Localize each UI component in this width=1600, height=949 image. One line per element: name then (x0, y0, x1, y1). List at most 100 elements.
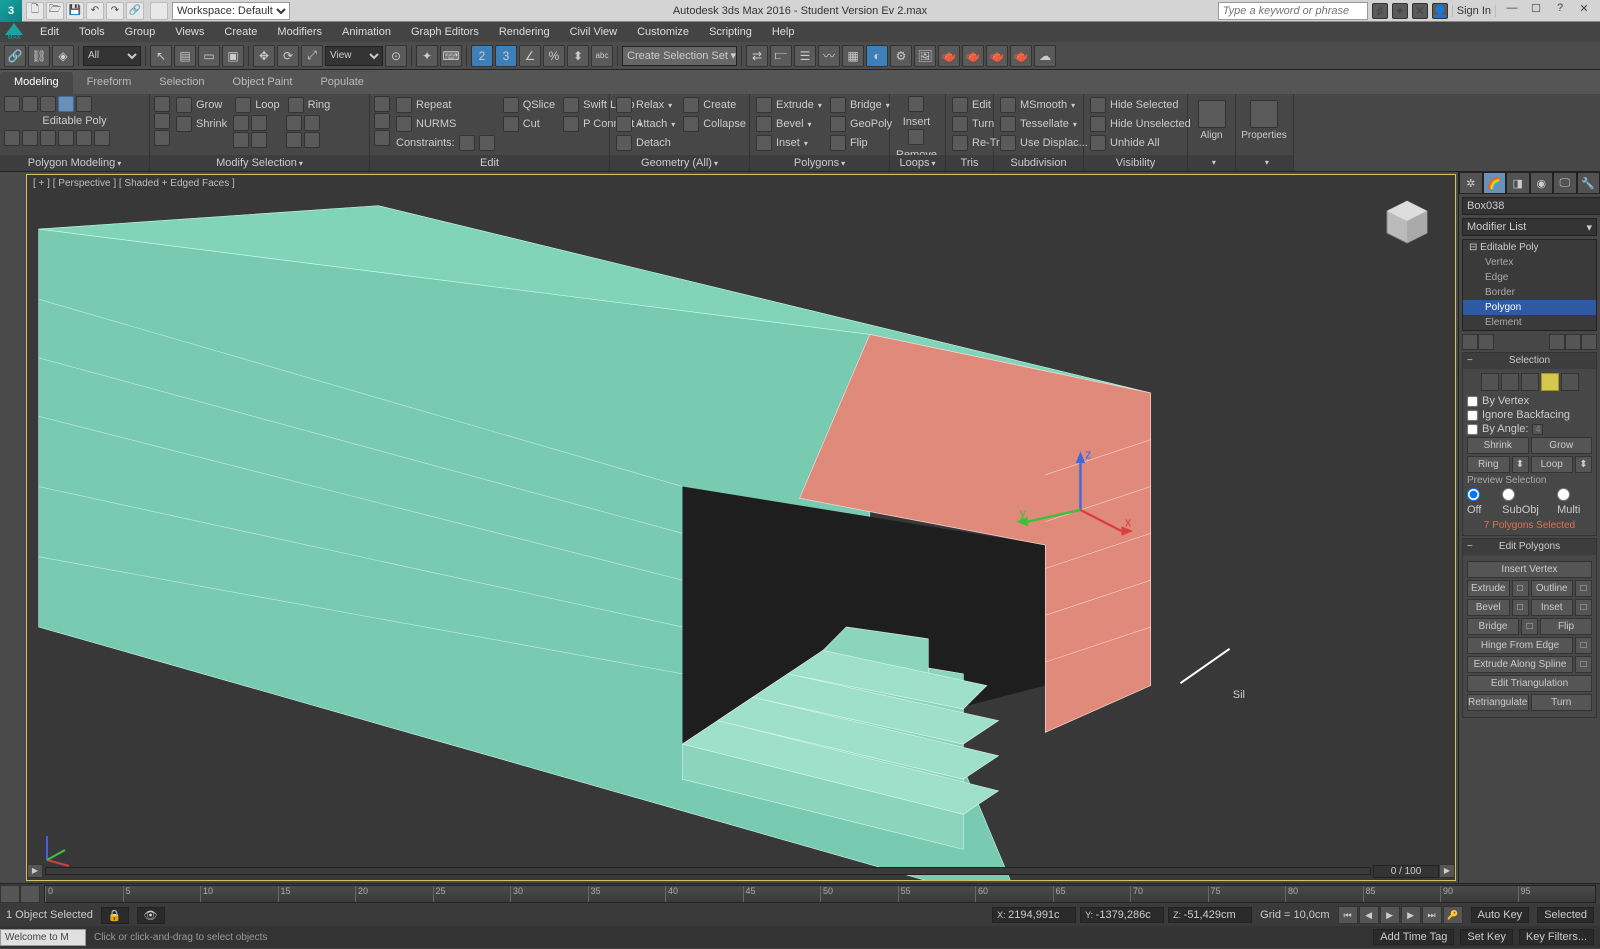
next-frame-icon[interactable]: ▶ (1401, 906, 1421, 924)
goto-start-icon[interactable]: ⏮ (1338, 906, 1358, 924)
percent-snap-icon[interactable]: % (543, 45, 565, 67)
key-filters-button[interactable]: Key Filters... (1519, 929, 1594, 945)
sel-vertex-icon[interactable] (1481, 373, 1499, 391)
app-logo-icon[interactable]: 3 (0, 0, 22, 22)
loop-button[interactable]: Loop (233, 96, 281, 114)
tessellate-button[interactable]: Tessellate▾ (998, 115, 1090, 133)
pm1-icon[interactable] (4, 130, 20, 146)
menu-civil-view[interactable]: Civil View (560, 22, 627, 42)
selection-filter[interactable]: All (83, 46, 141, 66)
timeline-play-icon[interactable]: ▶ (27, 864, 43, 878)
key-mode-select[interactable]: Selected (1537, 907, 1594, 923)
repeat-button[interactable]: Repeat (394, 96, 497, 114)
viewcube[interactable] (1379, 195, 1435, 251)
cmd-motion-tab[interactable]: ◉ (1530, 172, 1554, 194)
pin-stack-icon[interactable] (1462, 334, 1478, 350)
configure-icon[interactable] (1581, 334, 1597, 350)
by-vertex-checkbox[interactable]: By Vertex (1467, 395, 1592, 407)
ep-outline-button[interactable]: Outline (1531, 580, 1574, 597)
bevel-settings-icon[interactable]: □ (1512, 599, 1529, 616)
workspace-icon[interactable] (150, 2, 168, 20)
preview-subobj-radio[interactable]: SubObj (1502, 488, 1549, 516)
constraint1-icon[interactable] (459, 135, 475, 151)
ms10-icon[interactable] (286, 132, 302, 148)
scale-icon[interactable]: ⤢ (301, 45, 323, 67)
exchange-icon[interactable]: ✕ (1412, 3, 1428, 19)
select-rect-icon[interactable]: ▭ (198, 45, 220, 67)
link-icon[interactable]: 🔗 (4, 45, 26, 67)
loop-spin[interactable]: ⬍ (1575, 456, 1592, 473)
detach-button[interactable]: Detach (614, 134, 677, 152)
ribbon-tab-modeling[interactable]: Modeling (0, 72, 73, 94)
render-active-icon[interactable]: 🫖 (1010, 45, 1032, 67)
isolate-icon[interactable]: 👁 (137, 907, 165, 924)
add-time-tag[interactable]: Add Time Tag (1373, 929, 1454, 945)
workspace-selector[interactable]: Workspace: Default (172, 2, 290, 20)
hide-sel-button[interactable]: Hide Selected (1088, 96, 1193, 114)
stack-item-element[interactable]: Element (1463, 315, 1596, 330)
menu-views[interactable]: Views (165, 22, 214, 42)
render-prod-icon[interactable]: 🫖 (962, 45, 984, 67)
unlink-icon[interactable]: ⛓ (28, 45, 50, 67)
ep-flip-button[interactable]: Flip (1540, 618, 1592, 635)
menu-animation[interactable]: Animation (332, 22, 401, 42)
insert-loop-button[interactable]: Insert (901, 96, 933, 128)
bridge-settings-icon[interactable]: □ (1521, 618, 1538, 635)
ring-spin[interactable]: ⬍ (1512, 456, 1529, 473)
ms6-icon[interactable] (233, 132, 249, 148)
bind-icon[interactable]: ◈ (52, 45, 74, 67)
msmooth-button[interactable]: MSmooth▾ (998, 96, 1090, 114)
ribbon-tab-selection[interactable]: Selection (145, 72, 218, 94)
grow-sel-button[interactable]: Grow (1531, 437, 1593, 454)
nurms-button[interactable]: NURMS (394, 115, 497, 133)
ms7-icon[interactable] (251, 132, 267, 148)
render-frame-icon[interactable]: 🖼 (914, 45, 936, 67)
angle-snap-icon[interactable]: ∠ (519, 45, 541, 67)
retri-button2[interactable]: Retriangulate (1467, 694, 1529, 711)
ribbon-tab-object-paint[interactable]: Object Paint (219, 72, 307, 94)
create-button[interactable]: Create (681, 96, 748, 114)
grow-button[interactable]: Grow (174, 96, 229, 114)
cmd-hierarchy-tab[interactable]: ◨ (1506, 172, 1530, 194)
timeline-end-icon[interactable]: ▶ (1439, 864, 1455, 878)
ms4-icon[interactable] (233, 115, 249, 131)
help-search-input[interactable] (1218, 2, 1368, 20)
flip-button[interactable]: Flip (828, 134, 894, 152)
set-key-button[interactable]: Set Key (1460, 929, 1513, 945)
menu-graph-editors[interactable]: Graph Editors (401, 22, 489, 42)
coord-z[interactable]: Z: -51,429cm (1168, 907, 1252, 923)
stack-item-border[interactable]: Border (1463, 285, 1596, 300)
rotate-icon[interactable]: ⟳ (277, 45, 299, 67)
insert-vertex-button[interactable]: Insert Vertex (1467, 561, 1592, 578)
extrude-settings-icon[interactable]: □ (1512, 580, 1529, 597)
auto-key-button[interactable]: Auto Key (1471, 907, 1530, 923)
ms3-icon[interactable] (154, 130, 170, 146)
close-button[interactable]: ✕ (1572, 2, 1596, 20)
coord-x[interactable]: X: 2194,991c (992, 907, 1076, 923)
sign-in-link[interactable]: Sign In (1452, 5, 1496, 17)
menu-modifiers[interactable]: Modifiers (267, 22, 332, 42)
ignore-backfacing-checkbox[interactable]: Ignore Backfacing (1467, 409, 1592, 421)
ed3-icon[interactable] (374, 130, 390, 146)
pm6-icon[interactable] (94, 130, 110, 146)
exspline-settings-icon[interactable]: □ (1575, 656, 1592, 673)
poly-element-icon[interactable] (76, 96, 92, 112)
by-angle-checkbox[interactable]: By Angle: (1467, 423, 1592, 435)
geopoly-button[interactable]: GeoPoly (828, 115, 894, 133)
bridge-button[interactable]: Bridge▾ (828, 96, 894, 114)
stack-item-polygon[interactable]: Polygon (1463, 300, 1596, 315)
perspective-viewport[interactable]: [ + ] [ Perspective ] [ Shaded + Edged F… (26, 174, 1456, 881)
collapse-button[interactable]: Collapse (681, 115, 748, 133)
play-icon[interactable]: ▶ (1380, 906, 1400, 924)
menu-create[interactable]: Create (214, 22, 267, 42)
prev-frame-icon[interactable]: ◀ (1359, 906, 1379, 924)
goto-end-icon[interactable]: ⏭ (1422, 906, 1442, 924)
menu-group[interactable]: Group (115, 22, 166, 42)
modifier-list-dropdown[interactable]: Modifier List▾ (1462, 218, 1597, 236)
cut-button[interactable]: Cut (501, 115, 557, 133)
selection-rollout-header[interactable]: Selection (1463, 353, 1596, 369)
maxscript-mini-listener[interactable]: Welcome to M (0, 929, 86, 946)
material-editor-icon[interactable]: ◐ (866, 45, 888, 67)
hide-unsel-button[interactable]: Hide Unselected (1088, 115, 1193, 133)
cmd-modify-tab[interactable]: 🌈 (1483, 172, 1507, 194)
